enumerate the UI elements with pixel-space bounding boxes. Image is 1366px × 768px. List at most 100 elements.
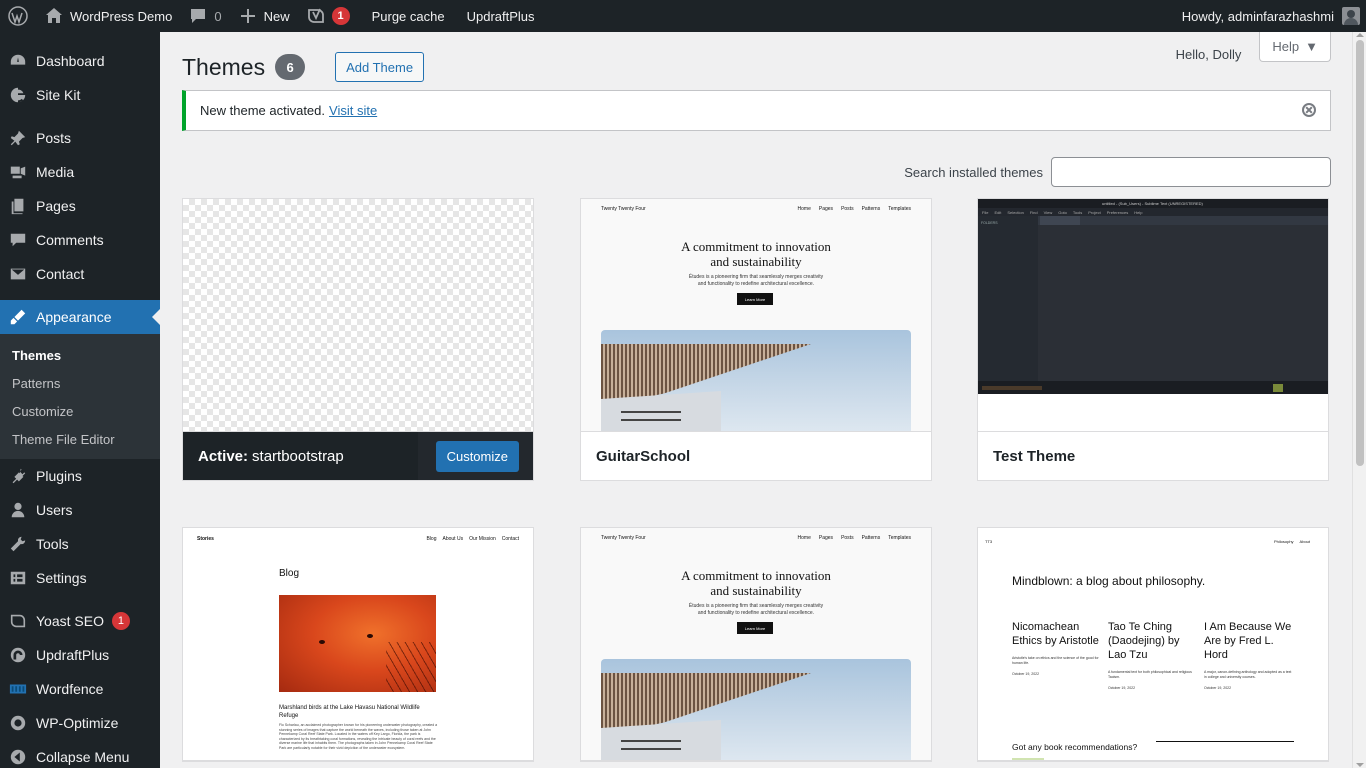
updraftplus-link[interactable]: UpdraftPlus [453, 0, 543, 32]
preview-headline-line: A commitment to innovation [681, 239, 831, 254]
theme-card-twenty-twenty-four[interactable]: Twenty Twenty Four Home Pages Posts Patt… [580, 527, 932, 762]
customize-button[interactable]: Customize [435, 440, 519, 472]
sidebar-item-users[interactable]: Users [0, 493, 160, 527]
purge-cache-link[interactable]: Purge cache [358, 0, 453, 32]
preview-headline-line: A commitment to innovation [681, 568, 831, 583]
submenu-item-themes[interactable]: Themes [0, 341, 160, 369]
page-title-row: Themes 6 Add Theme [182, 52, 425, 82]
preview-divider [1156, 741, 1294, 742]
sidebar-item-dashboard[interactable]: Dashboard [0, 44, 160, 78]
preview-post: I Am Because We Are by Fred L. Hord A ma… [1204, 620, 1292, 690]
transparent-placeholder [183, 199, 533, 431]
add-theme-button[interactable]: Add Theme [335, 52, 425, 82]
search-input[interactable] [1051, 157, 1331, 187]
preview-post-title: Tao Te Ching (Daodejing) by Lao Tzu [1108, 621, 1180, 661]
sidebar-item-tools[interactable]: Tools [0, 527, 160, 561]
submenu-item-patterns[interactable]: Patterns [0, 369, 160, 397]
editor-menu-item: Help [1134, 209, 1143, 215]
sidebar-item-wordfence[interactable]: Wordfence [0, 672, 160, 706]
wordfence-icon [8, 679, 28, 699]
sidebar-item-media[interactable]: Media [0, 155, 160, 189]
comments-link[interactable]: 0 [180, 0, 229, 32]
page-scrollbar[interactable] [1352, 32, 1366, 768]
sidebar-item-comments[interactable]: Comments [0, 223, 160, 257]
sidebar-item-label: Dashboard [36, 53, 105, 69]
yoast-icon [8, 611, 28, 631]
sidebar-item-plugins[interactable]: Plugins [0, 459, 160, 493]
editor-menu-item: Project [1088, 209, 1101, 215]
active-prefix: Active: [198, 447, 249, 465]
help-button[interactable]: Help ▼ [1259, 32, 1331, 62]
active-theme-bar: Active: startbootstrap Customize [183, 432, 533, 480]
preview-post-date: October 19, 2022 [1204, 686, 1232, 690]
editor-titlebar: untitled - (Sub_Users) - Sublime Text (U… [978, 199, 1328, 208]
theme-screenshot[interactable]: TT3 Philosophy About Mindblown: a blog a… [978, 528, 1328, 761]
yoast-adminbar-link[interactable]: 1 [298, 0, 358, 32]
main-content: Hello, Dolly Help ▼ Themes 6 Add Theme N… [160, 32, 1352, 768]
sidebar-item-label: Yoast SEO [36, 613, 104, 629]
editor-sidebar: FOLDERS [978, 216, 1038, 381]
sidebar-item-label: WP-Optimize [36, 715, 119, 731]
sidebar-item-label: Pages [36, 198, 76, 214]
site-name-link[interactable]: WordPress Demo [36, 0, 180, 32]
user-icon [8, 500, 28, 520]
sidebar-item-label: Collapse Menu [36, 749, 130, 765]
sidebar-item-wp-optimize[interactable]: WP-Optimize [0, 706, 160, 740]
sidebar-item-settings[interactable]: Settings [0, 561, 160, 595]
yoast-icon [307, 8, 324, 23]
help-label: Help [1272, 39, 1300, 54]
preview-nav: TT3 Philosophy About [985, 539, 1310, 544]
sidebar-item-yoast-seo[interactable]: Yoast SEO 1 [0, 604, 160, 638]
scrollbar-thumb[interactable] [1356, 40, 1364, 466]
submenu-item-customize[interactable]: Customize [0, 397, 160, 425]
theme-screenshot[interactable]: untitled - (Sub_Users) - Sublime Text (U… [978, 199, 1328, 432]
theme-screenshot[interactable]: Twenty Twenty Four Home Pages Posts Patt… [581, 199, 931, 432]
wordpress-logo-icon[interactable] [0, 0, 36, 32]
my-account-link[interactable]: Howdy, adminfarazhashmi [1182, 0, 1366, 32]
theme-search: Search installed themes [904, 157, 1331, 187]
editor-menu-item: Selection [1007, 209, 1024, 215]
preview-post-desc: A major, canon-defining anthology and ad… [1204, 670, 1292, 679]
sidebar-item-label: UpdraftPlus [36, 647, 110, 663]
dismiss-notice-icon[interactable] [1302, 103, 1316, 117]
preview-nav-item: Pages [818, 535, 834, 541]
scroll-down-arrow-icon[interactable] [1356, 763, 1364, 768]
preview-nav-item: Philosophy [1273, 539, 1294, 544]
theme-screenshot[interactable]: Twenty Twenty Four Home Pages Posts Patt… [581, 528, 931, 761]
howdy-label: Howdy, adminfarazhashmi [1181, 8, 1334, 24]
site-kit-icon [8, 85, 28, 105]
theme-screenshot[interactable] [183, 199, 533, 432]
sidebar-item-label: Appearance [36, 309, 112, 325]
preview-headline: A commitment to innovation and sustainab… [581, 568, 931, 598]
sidebar-item-appearance[interactable]: Appearance [0, 300, 160, 334]
preview-subtext-line: Études is a pioneering firm that seamles… [688, 603, 824, 609]
editor-menu-item: File [982, 209, 989, 215]
sidebar-item-pages[interactable]: Pages [0, 189, 160, 223]
theme-card-active[interactable]: Active: startbootstrap Customize [182, 198, 534, 481]
submenu-item-theme-file-editor[interactable]: Theme File Editor [0, 425, 160, 453]
sidebar-item-label: Users [36, 502, 73, 518]
preview-headline: A commitment to innovation and sustainab… [581, 239, 931, 269]
theme-card-test-theme[interactable]: untitled - (Sub_Users) - Sublime Text (U… [977, 198, 1329, 481]
theme-card-twenty-twenty-three[interactable]: TT3 Philosophy About Mindblown: a blog a… [977, 527, 1329, 762]
theme-card-guitarschool[interactable]: Twenty Twenty Four Home Pages Posts Patt… [580, 198, 932, 481]
sidebar-item-label: Posts [36, 130, 72, 146]
sidebar-item-updraftplus[interactable]: UpdraftPlus [0, 638, 160, 672]
preview-nav-item: Templates [888, 535, 911, 541]
sidebar-item-site-kit[interactable]: Site Kit [0, 78, 160, 112]
sidebar-item-posts[interactable]: Posts [0, 121, 160, 155]
preview-building-image [601, 659, 911, 760]
preview-post-title: I Am Because We Are by Fred L. Hord [1204, 621, 1292, 661]
preview-brand: TT3 [985, 539, 993, 544]
theme-screenshot[interactable]: Stories Blog About Us Our Mission Contac… [183, 528, 533, 761]
preview-nav-item: Templates [888, 206, 911, 212]
theme-name: Test Theme [993, 447, 1076, 465]
sidebar-item-contact[interactable]: Contact [0, 257, 160, 291]
new-content-link[interactable]: New [230, 0, 298, 32]
yoast-notification-badge: 1 [331, 7, 350, 25]
sidebar-item-collapse-menu[interactable]: Collapse Menu [0, 740, 160, 768]
visit-site-link[interactable]: Visit site [329, 103, 377, 118]
preview-post-desc: A fundamental text for both philosophica… [1108, 670, 1192, 679]
scroll-up-arrow-icon[interactable] [1356, 29, 1364, 37]
theme-card-stories[interactable]: Stories Blog About Us Our Mission Contac… [182, 527, 534, 762]
